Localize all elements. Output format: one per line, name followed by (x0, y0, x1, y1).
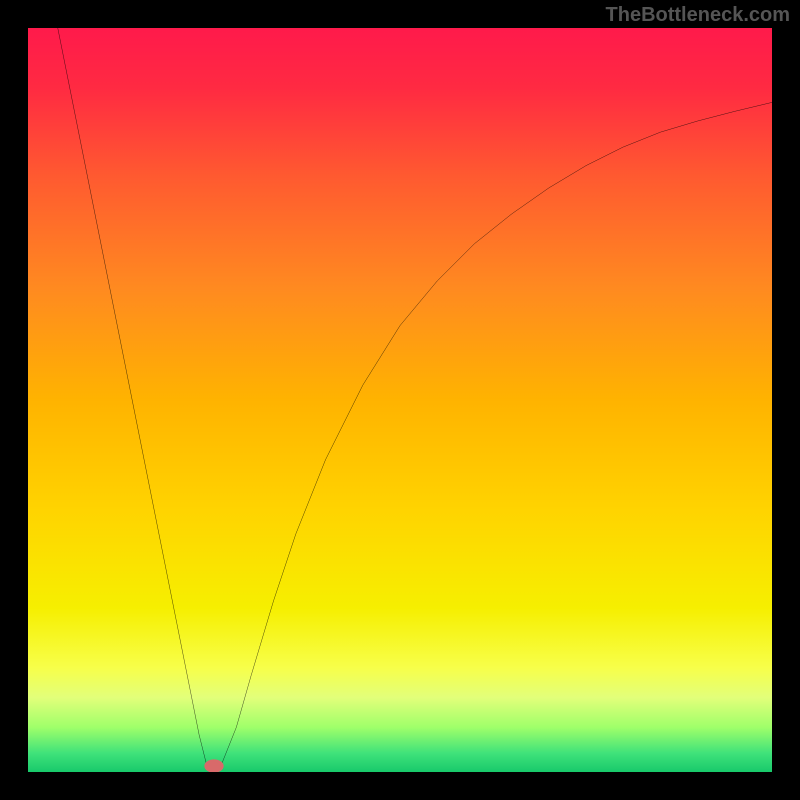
chart-frame: TheBottleneck.com (0, 0, 800, 800)
bottleneck-chart (28, 28, 772, 772)
plot-area (28, 28, 772, 772)
gradient-background (28, 28, 772, 772)
watermark-text: TheBottleneck.com (606, 4, 790, 27)
